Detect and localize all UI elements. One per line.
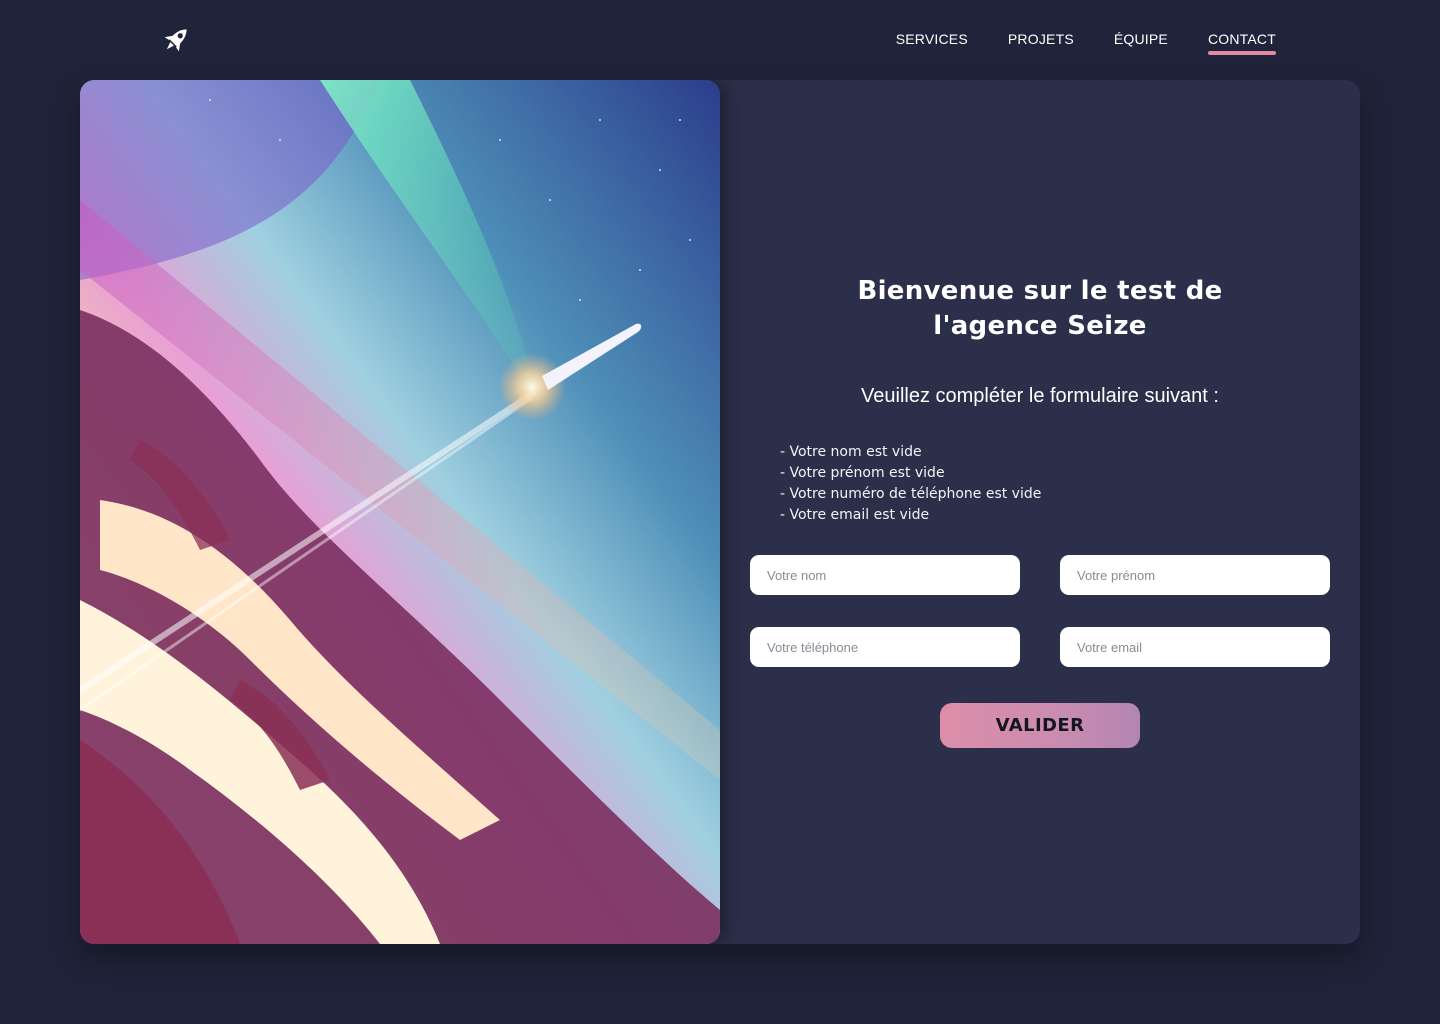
nav-services-label: SERVICES <box>895 31 968 47</box>
nav-contact[interactable]: CONTACT <box>1207 31 1276 55</box>
nav-services[interactable]: SERVICES <box>896 31 968 55</box>
last-name-input[interactable] <box>750 555 1020 595</box>
submit-button[interactable]: VALIDER <box>940 703 1140 748</box>
nav-projets[interactable]: PROJETS <box>1008 31 1074 55</box>
error-message: - Votre nom est vide <box>780 444 922 460</box>
first-name-input[interactable] <box>1060 555 1330 595</box>
nav-projets-label: PROJETS <box>1007 31 1074 47</box>
hero-image <box>80 80 720 944</box>
error-message: - Votre prénom est vide <box>780 465 945 481</box>
validation-errors: - Votre nom est vide - Votre prénom est … <box>780 442 1041 526</box>
phone-input[interactable] <box>750 627 1020 667</box>
nav-equipe-label: ÉQUIPE <box>1113 31 1168 47</box>
rocket-icon[interactable] <box>158 22 194 58</box>
nav-equipe[interactable]: ÉQUIPE <box>1114 31 1168 55</box>
top-navbar: SERVICES PROJETS ÉQUIPE CONTACT <box>0 0 1440 80</box>
title-line-1: Bienvenue sur le test de <box>857 276 1223 306</box>
email-input[interactable] <box>1060 627 1330 667</box>
contact-form-panel: Bienvenue sur le test de l'agence Seize … <box>720 80 1360 944</box>
error-message: - Votre numéro de téléphone est vide <box>780 486 1042 502</box>
form-subtitle: Veuillez compléter le formulaire suivant… <box>861 385 1219 407</box>
page-title: Bienvenue sur le test de l'agence Seize <box>720 274 1360 344</box>
title-line-2: l'agence Seize <box>933 311 1147 341</box>
error-message: - Votre email est vide <box>780 507 930 523</box>
main-nav: SERVICES PROJETS ÉQUIPE CONTACT <box>896 31 1276 55</box>
active-nav-indicator <box>1207 51 1276 55</box>
nav-contact-label: CONTACT <box>1207 31 1276 47</box>
contact-card: Bienvenue sur le test de l'agence Seize … <box>80 80 1360 944</box>
